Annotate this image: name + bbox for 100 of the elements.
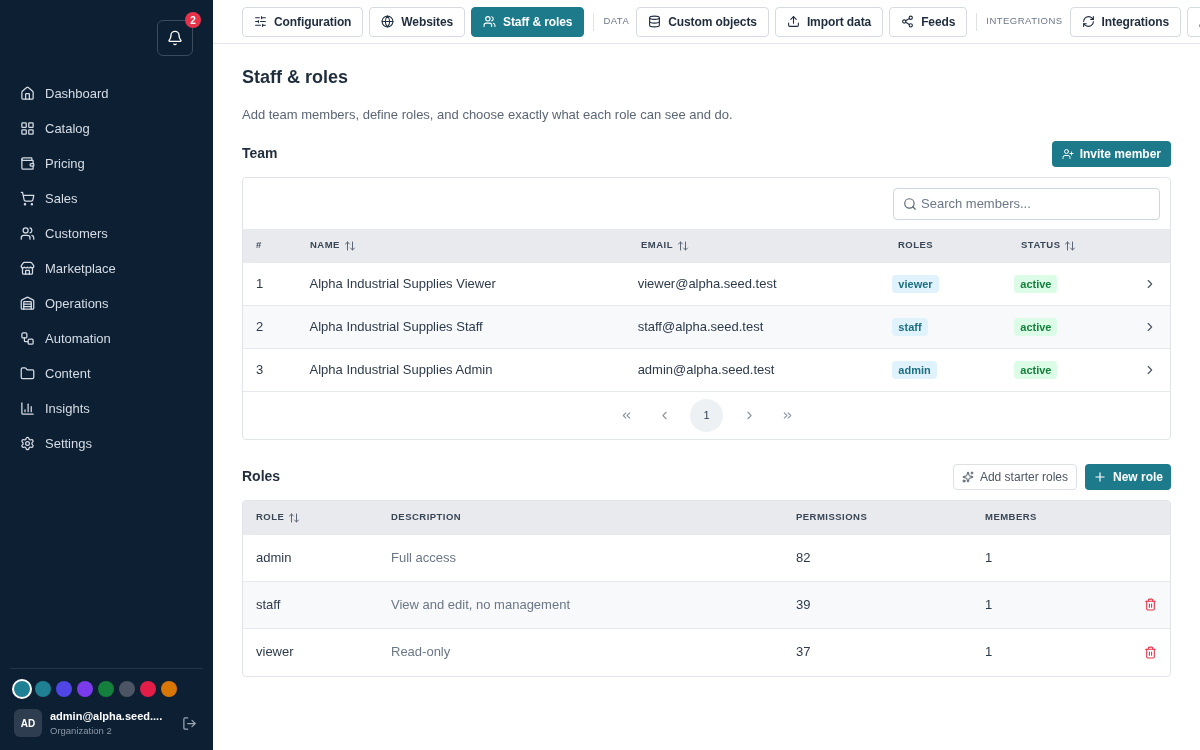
member-email: staff@alpha.seed.test [637,318,764,334]
page-title: Staff & roles [242,66,350,89]
sliders-icon [254,15,267,28]
theme-swatch[interactable] [119,680,135,697]
sort-icon [343,239,356,252]
role-tag: staff [892,317,928,336]
member-email: admin@alpha.seed.test [637,361,775,377]
theme-swatch[interactable] [77,680,93,697]
folder-icon [20,366,35,381]
status-tag: active [1014,274,1058,293]
status-tag: active [1014,360,1058,379]
group-label: DATA [603,14,630,29]
nav-item[interactable]: Customers [0,216,213,251]
nav-item[interactable]: Settings [0,426,213,461]
role-row[interactable]: staff View and edit, no management 39 1 [243,581,1170,629]
role-row[interactable]: viewer Read-only 37 1 [243,628,1170,676]
nav-item[interactable]: Marketplace [0,251,213,286]
plus-icon [1093,469,1107,484]
theme-swatch[interactable] [35,680,51,697]
new-role-button[interactable]: New role [1085,463,1171,490]
wallet-icon [20,156,35,171]
nav-item[interactable]: Content [0,356,213,391]
add-starter-roles-button[interactable]: Add starter roles [952,463,1077,490]
column-header: ROLE [256,510,285,525]
nav-item[interactable]: Operations [0,286,213,321]
toolbar-tab[interactable]: Custom objects [636,6,769,37]
role-row[interactable]: admin Full access 82 1 [243,534,1170,582]
toolbar-tab[interactable]: Integrations [1069,6,1182,37]
member-count: 1 [985,549,993,565]
upload-icon [786,15,800,28]
toolbar-tab[interactable]: Staff & roles [471,6,585,37]
toolbar-tab[interactable]: Import data [774,6,884,37]
refresh-icon [1081,15,1095,28]
role-tag: viewer [892,274,939,293]
column-header: ROLES [898,238,934,253]
sort-icon [1064,239,1077,252]
theme-swatch[interactable] [56,680,72,697]
people-icon [483,15,497,28]
page-subtitle: Add team members, define roles, and choose exactly what each role can see and do. [242,106,734,124]
nav-item[interactable]: Automation [0,321,213,356]
search-field[interactable]: Search members... [893,187,1160,220]
nav-item[interactable]: Catalog [0,111,213,146]
permission-count: 82 [796,549,811,565]
member-row[interactable]: 1 Alpha Industrial Supplies Viewer viewer@alpha.seed.test viewer active [243,262,1170,306]
member-name: Alpha Industrial Supplies Viewer [309,275,496,291]
group-label: INTEGRATIONS [986,14,1063,29]
bar-chart-icon [20,401,35,416]
delete-button[interactable] [1144,645,1157,659]
cart-icon [20,191,35,206]
theme-swatch[interactable] [14,680,30,697]
row-number: 3 [256,361,264,377]
member-row[interactable]: 2 Alpha Industrial Supplies Staff staff@alpha.seed.test staff active [243,305,1170,349]
role-name: admin [256,549,292,565]
user-plus-icon [1061,147,1074,160]
permission-count: 39 [796,596,811,612]
toolbar-tab[interactable]: Configuration [242,6,364,37]
nav-item[interactable]: Insights [0,391,213,426]
column-header: # [256,238,262,253]
section-title: Roles [242,467,281,486]
permission-count: 37 [796,644,811,660]
nav-item[interactable]: Pricing [0,146,213,181]
sparkle-icon [961,470,974,483]
avatar: AD [14,709,42,738]
grid-icon [20,121,35,136]
column-header: MEMBERS [985,510,1037,525]
sort-icon [288,511,301,524]
workflow-icon [20,331,35,346]
member-count: 1 [985,596,993,612]
column-header: EMAIL [641,238,673,253]
globe-icon [381,15,395,28]
database-icon [648,15,662,28]
bell-icon [167,30,183,46]
toolbar-tab[interactable]: Feeds [889,6,968,37]
theme-swatch[interactable] [161,680,177,697]
theme-swatch[interactable] [140,680,156,697]
member-name: Alpha Industrial Supplies Admin [309,361,493,377]
nav-item[interactable]: Dashboard [0,76,213,111]
notification-count: 2 [185,12,201,28]
user-email: admin@alpha.seed.... [50,708,164,724]
invite-member-button[interactable]: Invite member [1051,140,1171,167]
store-icon [20,261,35,276]
member-row[interactable]: 3 Alpha Industrial Supplies Admin admin@alpha.seed.test admin active [243,348,1170,392]
page-button[interactable]: 1 [690,398,723,432]
warehouse-icon [20,296,35,311]
toolbar-tab[interactable]: Websites [369,6,466,37]
role-name: viewer [256,644,294,660]
column-header: STATUS [1021,238,1061,253]
trash-icon [1144,645,1157,659]
delete-button[interactable] [1144,598,1157,611]
logout-icon [182,715,197,731]
home-icon [20,86,35,101]
member-email: viewer@alpha.seed.test [637,275,777,291]
nav-item[interactable]: Sales [0,181,213,216]
search-icon [903,196,917,211]
role-description: Read-only [391,644,451,660]
people-icon [20,226,35,241]
role-description: Full access [391,549,457,565]
theme-swatch[interactable] [98,680,114,697]
share-icon [901,15,915,28]
row-number: 1 [256,275,264,291]
